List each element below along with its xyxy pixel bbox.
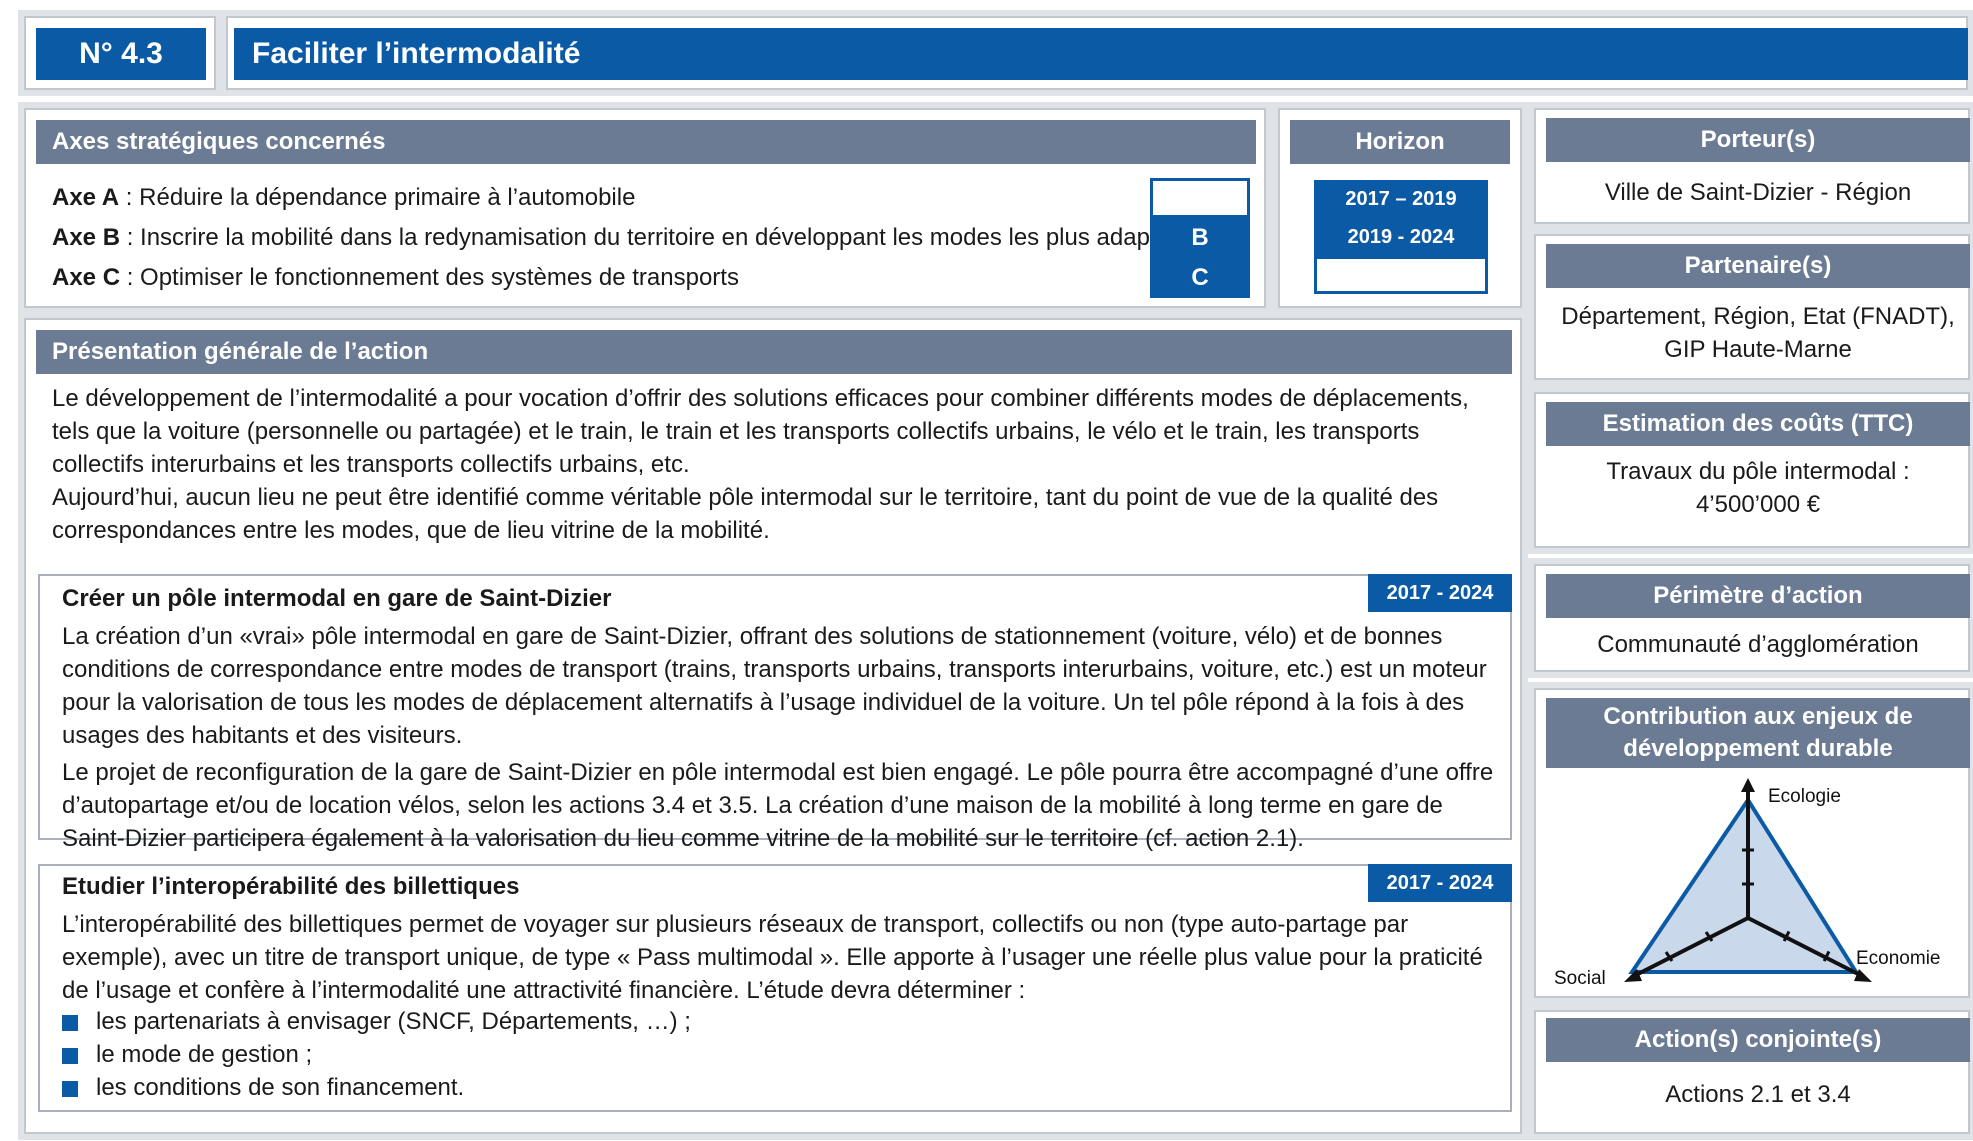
horizon-title: Horizon xyxy=(1290,120,1510,164)
sub-action-1-period: 2017 - 2024 xyxy=(1368,574,1512,612)
contribution-title: Contribution aux enjeux de développement… xyxy=(1546,698,1970,768)
sub-action-1-title: Créer un pôle intermodal en gare de Sain… xyxy=(62,585,612,612)
sub-action-1-paragraph-2: Le projet de reconfiguration de la gare … xyxy=(62,759,1494,852)
axe-b-marker: B xyxy=(1150,218,1250,258)
sub-action-2-title: Etudier l’interopérabilité des billettiq… xyxy=(62,873,520,900)
horizon-period-2: 2019 - 2024 xyxy=(1314,218,1488,256)
axe-a-marker xyxy=(1150,178,1250,218)
couts-title: Estimation des coûts (TTC) xyxy=(1546,402,1970,446)
presentation-paragraph-1: Le développement de l’intermodalité a po… xyxy=(52,385,1469,478)
arrow-up-icon xyxy=(1741,778,1755,792)
horizon-period-1: 2017 – 2019 xyxy=(1314,180,1488,218)
bullet-1-icon xyxy=(62,1015,78,1031)
perimetre-title: Périmètre d’action xyxy=(1546,574,1970,618)
couts-line-1: Travaux du pôle intermodal : xyxy=(1606,458,1910,485)
porteur-title: Porteur(s) xyxy=(1546,118,1970,162)
bullet-3-icon xyxy=(62,1081,78,1097)
axe-a: Axe A : Réduire la dépendance primaire à… xyxy=(52,184,636,211)
conjointes-title: Action(s) conjointe(s) xyxy=(1546,1018,1970,1062)
presentation-paragraph-2: Aujourd’hui, aucun lieu ne peut être ide… xyxy=(52,484,1439,544)
axes-title: Axes stratégiques concernés xyxy=(36,120,1256,164)
axe-c-marker: C xyxy=(1150,258,1250,298)
sub-action-2-paragraph-1: L’interopérabilité des billettiques perm… xyxy=(62,911,1483,1004)
action-number: N° 4.3 xyxy=(36,28,206,80)
conjointes-value: Actions 2.1 et 3.4 xyxy=(1665,1081,1851,1108)
sub-action-2-bullet-2: le mode de gestion ; xyxy=(96,1041,313,1068)
horizon-period-3 xyxy=(1314,256,1488,294)
sub-action-2-bullet-3: les conditions de son financement. xyxy=(96,1074,465,1101)
sub-action-1-text: La création d’un «vrai» pôle intermodal … xyxy=(62,620,1502,855)
sub-action-2-period: 2017 - 2024 xyxy=(1368,864,1512,902)
axe-c: Axe C : Optimiser le fonctionnement des … xyxy=(52,264,739,291)
contribution-title-line-2: développement durable xyxy=(1623,735,1893,762)
porteur-value: Ville de Saint-Dizier - Région xyxy=(1604,179,1912,206)
presentation-title: Présentation générale de l’action xyxy=(36,330,1512,374)
partenaires-title: Partenaire(s) xyxy=(1546,244,1970,288)
sub-action-2-text: L’interopérabilité des billettiques perm… xyxy=(62,908,1502,1007)
radar-label-social: Social xyxy=(1554,968,1606,989)
partenaires-line-1: Département, Région, Etat (FNADT), xyxy=(1561,303,1955,330)
partenaires-line-2: GIP Haute-Marne xyxy=(1664,336,1852,363)
sub-action-1-paragraph-1: La création d’un «vrai» pôle intermodal … xyxy=(62,623,1487,749)
radar-label-ecologie: Ecologie xyxy=(1768,786,1841,807)
sustainability-radar-chart: Ecologie Economie Social xyxy=(1554,778,1941,989)
sub-action-2-bullet-1: les partenariats à envisager (SNCF, Dépa… xyxy=(96,1008,691,1035)
contribution-title-line-1: Contribution aux enjeux de xyxy=(1603,703,1913,730)
radar-triangle xyxy=(1628,796,1860,974)
presentation-text: Le développement de l’intermodalité a po… xyxy=(52,382,1508,547)
page-title: Faciliter l’intermodalité xyxy=(234,28,1968,80)
axe-b: Axe B : Inscrire la mobilité dans la red… xyxy=(52,224,1182,251)
radar-label-economie: Economie xyxy=(1856,948,1941,969)
couts-line-2: 4’500’000 € xyxy=(1695,491,1821,518)
bullet-2-icon xyxy=(62,1048,78,1064)
perimetre-value: Communauté d’agglomération xyxy=(1597,631,1919,658)
